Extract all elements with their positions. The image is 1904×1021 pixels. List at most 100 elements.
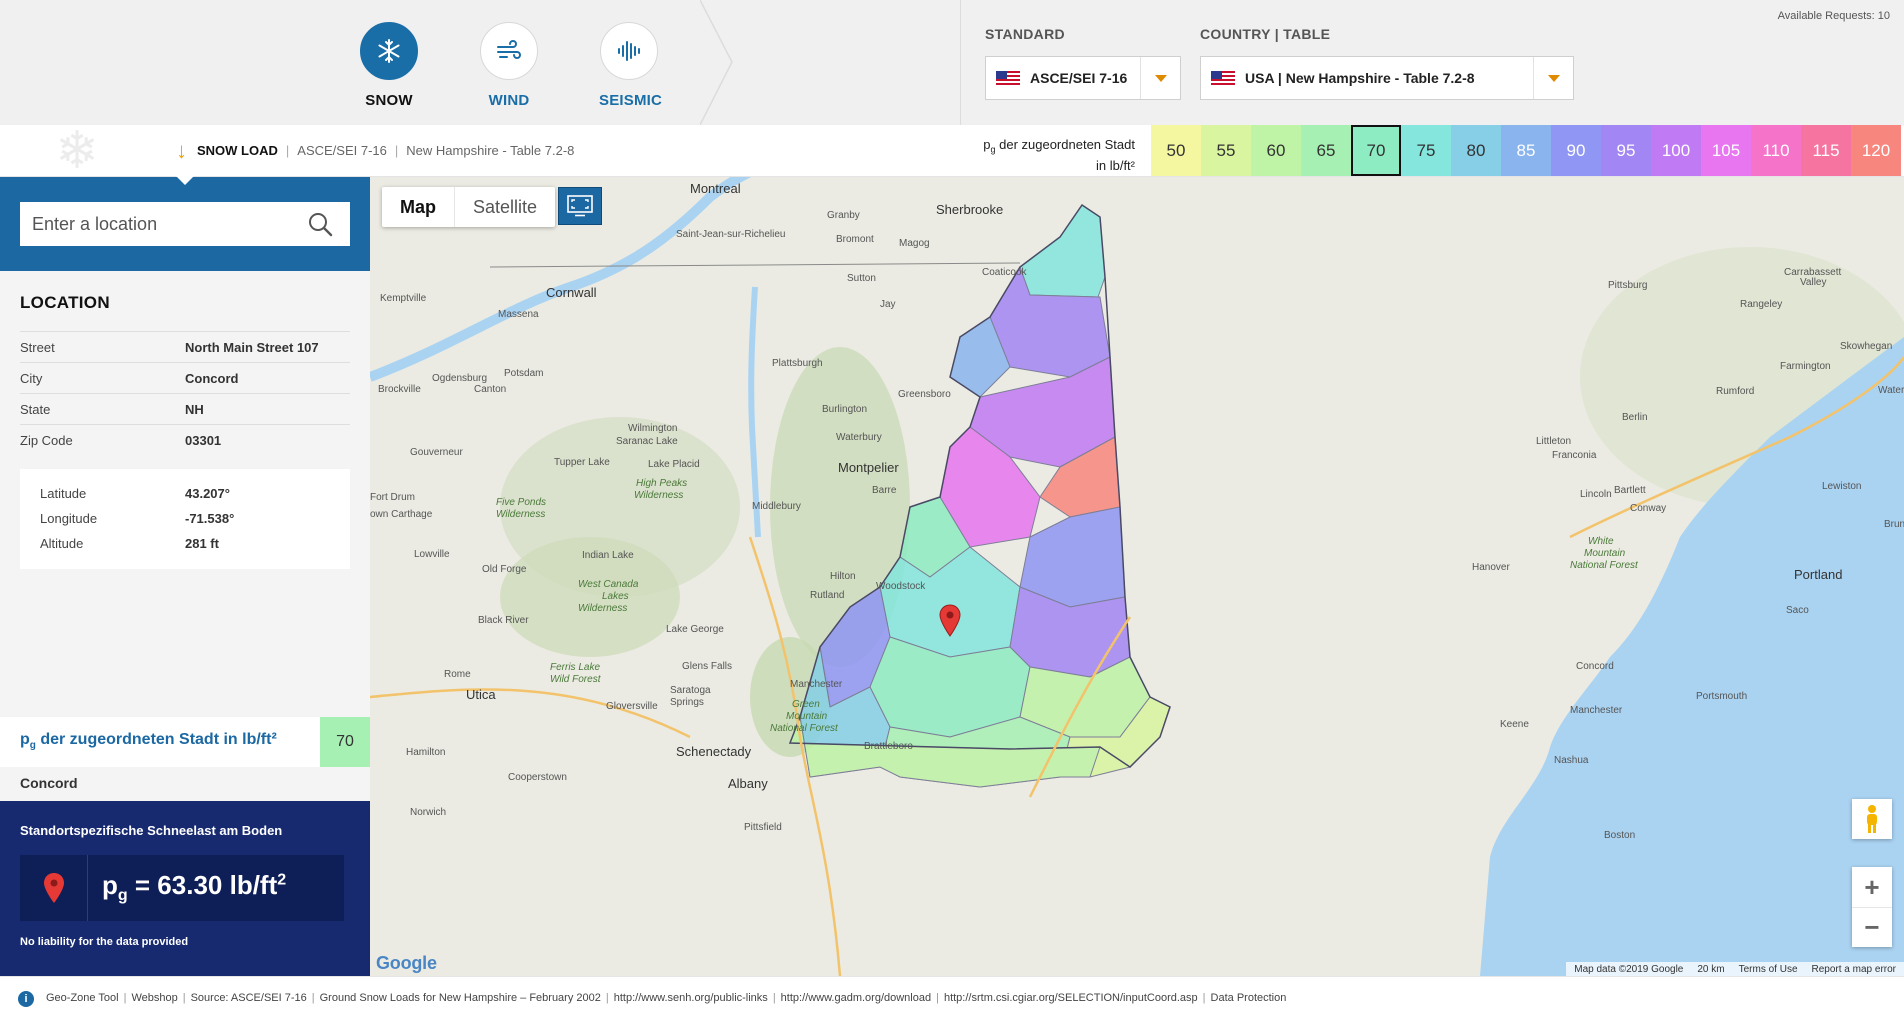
map-place-label: own Carthage bbox=[370, 509, 433, 520]
standard-select[interactable]: ASCE/SEI 7-16 bbox=[985, 56, 1181, 100]
map-type-map-button[interactable]: Map bbox=[382, 187, 454, 227]
map-place-label: Potsdam bbox=[504, 368, 543, 379]
assigned-city-load-value: 70 bbox=[320, 717, 370, 767]
legend-swatch-90[interactable]: 90 bbox=[1551, 125, 1601, 176]
map-place-label: Plattsburgh bbox=[772, 358, 823, 369]
legend-swatch-80[interactable]: 80 bbox=[1451, 125, 1501, 176]
hazard-seismic-button[interactable]: SEISMIC bbox=[599, 22, 662, 109]
map-place-label: Rome bbox=[444, 669, 471, 680]
map-place-label: Mountain bbox=[786, 711, 828, 722]
map-place-label: Indian Lake bbox=[582, 550, 634, 561]
map-place-label: Wilderness bbox=[578, 603, 627, 614]
street-view-pegman-button[interactable] bbox=[1852, 799, 1892, 839]
location-search-input[interactable] bbox=[20, 213, 300, 235]
footer-link[interactable]: Ground Snow Loads for New Hampshire – Fe… bbox=[320, 992, 601, 1004]
legend-swatch-120[interactable]: 120 bbox=[1851, 125, 1901, 176]
map-view[interactable]: Montreal Sherbrooke Granby Saint-Jean-sur-R… bbox=[370, 177, 1904, 976]
country-select[interactable]: USA | New Hampshire - Table 7.2-8 bbox=[1200, 56, 1574, 100]
map-place-label: Cooperstown bbox=[508, 772, 567, 783]
map-place-label: Wilderness bbox=[496, 509, 545, 520]
hazard-wind-button[interactable]: WIND bbox=[479, 22, 539, 109]
zoom-control: + − bbox=[1852, 867, 1892, 947]
result-value: pg = 63.30 lb/ft2 bbox=[102, 870, 287, 905]
map-place-label: Greensboro bbox=[898, 389, 951, 400]
map-place-label: Black River bbox=[478, 615, 529, 626]
map-place-label: Montreal bbox=[690, 181, 741, 196]
map-place-label: Kemptville bbox=[380, 293, 427, 304]
chevron-down-icon bbox=[1140, 57, 1180, 99]
map-place-label: Rumford bbox=[1716, 386, 1754, 397]
map-place-label: National Forest bbox=[770, 723, 839, 734]
map-place-label: Manchester bbox=[1570, 705, 1623, 716]
legend-swatch-50[interactable]: 50 bbox=[1151, 125, 1201, 176]
hazard-snow-button[interactable]: SNOW bbox=[359, 22, 419, 109]
footer-link[interactable]: Source: ASCE/SEI 7-16 bbox=[191, 992, 307, 1004]
map-place-label: Portsmouth bbox=[1696, 691, 1747, 702]
footer-link[interactable]: http://www.senh.org/public-links bbox=[614, 992, 768, 1004]
altitude-row: Altitude 281 ft bbox=[40, 536, 219, 551]
location-row: City Concord bbox=[20, 362, 350, 393]
footer-link[interactable]: Webshop bbox=[131, 992, 177, 1004]
map-place-label: Mountain bbox=[1584, 548, 1626, 559]
legend-swatch-110[interactable]: 110 bbox=[1751, 125, 1801, 176]
footer-links: Geo-Zone Tool | Webshop | Source: ASCE/SEI 7… bbox=[46, 992, 1287, 1004]
legend-swatch-65[interactable]: 65 bbox=[1301, 125, 1351, 176]
map-place-label: Pittsburg bbox=[1608, 280, 1647, 291]
legend-swatch-60[interactable]: 60 bbox=[1251, 125, 1301, 176]
breadcrumb-hazard: SNOW LOAD bbox=[197, 143, 278, 158]
latitude-row: Latitude 43.207° bbox=[40, 486, 230, 501]
map-place-label: West Canada bbox=[578, 579, 639, 590]
map-type-satellite-button[interactable]: Satellite bbox=[454, 187, 555, 227]
location-row: Zip Code 03301 bbox=[20, 424, 350, 455]
assigned-city-load-row: pg der zugeordneten Stadt in lb/ft² 70 bbox=[0, 717, 370, 767]
footer-link[interactable]: http://www.gadm.org/download bbox=[781, 992, 931, 1004]
map-place-label: Wild Forest bbox=[550, 674, 602, 685]
map-place-label: Old Forge bbox=[482, 564, 527, 575]
map-place-label: Nashua bbox=[1554, 755, 1589, 766]
result-panel: Standortspezifische Schneelast am Boden … bbox=[0, 801, 370, 976]
map-place-label: Hanover bbox=[1472, 562, 1510, 573]
search-box bbox=[20, 202, 350, 246]
legend-swatch-75[interactable]: 75 bbox=[1401, 125, 1451, 176]
assigned-city-load-label: pg der zugeordneten Stadt in lb/ft² bbox=[20, 731, 277, 752]
terms-link[interactable]: Terms of Use bbox=[1739, 964, 1798, 975]
map-place-label: White bbox=[1588, 536, 1614, 547]
map-place-label: Canton bbox=[474, 384, 506, 395]
report-error-link[interactable]: Report a map error bbox=[1812, 964, 1896, 975]
map-place-label: Brunswick bbox=[1884, 519, 1904, 530]
map-place-label: Pittsfield bbox=[744, 822, 782, 833]
map-place-label: Hilton bbox=[830, 571, 856, 582]
map-place-label: Granby bbox=[827, 210, 860, 221]
search-icon[interactable] bbox=[306, 210, 334, 238]
location-title: LOCATION bbox=[20, 293, 110, 312]
map-place-label: Gloversville bbox=[606, 701, 658, 712]
legend-swatch-85[interactable]: 85 bbox=[1501, 125, 1551, 176]
map-place-label: Lincoln bbox=[1580, 489, 1612, 500]
zoom-out-button[interactable]: − bbox=[1852, 907, 1892, 947]
legend-swatch-115[interactable]: 115 bbox=[1801, 125, 1851, 176]
legend-swatch-100[interactable]: 100 bbox=[1651, 125, 1701, 176]
map-place-label: Keene bbox=[1500, 719, 1529, 730]
usa-flag-icon bbox=[996, 70, 1020, 86]
longitude-row: Longitude -71.538° bbox=[40, 511, 235, 526]
footer-link[interactable]: http://srtm.csi.cgiar.org/SELECTION/inpu… bbox=[944, 992, 1198, 1004]
map-place-label: Saint-Jean-sur-Richelieu bbox=[676, 229, 786, 240]
fullscreen-icon bbox=[567, 195, 593, 217]
footer-link[interactable]: Data Protection bbox=[1211, 992, 1287, 1004]
legend-swatch-55[interactable]: 55 bbox=[1201, 125, 1251, 176]
map-place-label: Sutton bbox=[847, 273, 876, 284]
footer: i Geo-Zone Tool | Webshop | Source: ASCE/SEI… bbox=[0, 976, 1904, 1021]
snowflake-icon bbox=[360, 22, 418, 80]
legend-swatch-105[interactable]: 105 bbox=[1701, 125, 1751, 176]
footer-link[interactable]: Geo-Zone Tool bbox=[46, 992, 119, 1004]
map-place-label: Littleton bbox=[1536, 436, 1571, 447]
fullscreen-button[interactable] bbox=[558, 187, 602, 225]
legend-swatch-95[interactable]: 95 bbox=[1601, 125, 1651, 176]
map-place-label: Springs bbox=[670, 697, 704, 708]
coordinates-box: Latitude 43.207° Longitude -71.538° Altitu… bbox=[20, 469, 350, 569]
legend-swatch-70[interactable]: 70 bbox=[1351, 125, 1401, 176]
map-place-label: Waterville bbox=[1878, 385, 1904, 396]
country-value: USA | New Hampshire - Table 7.2-8 bbox=[1245, 70, 1475, 86]
zoom-in-button[interactable]: + bbox=[1852, 867, 1892, 907]
map-place-label: Waterbury bbox=[836, 432, 882, 443]
